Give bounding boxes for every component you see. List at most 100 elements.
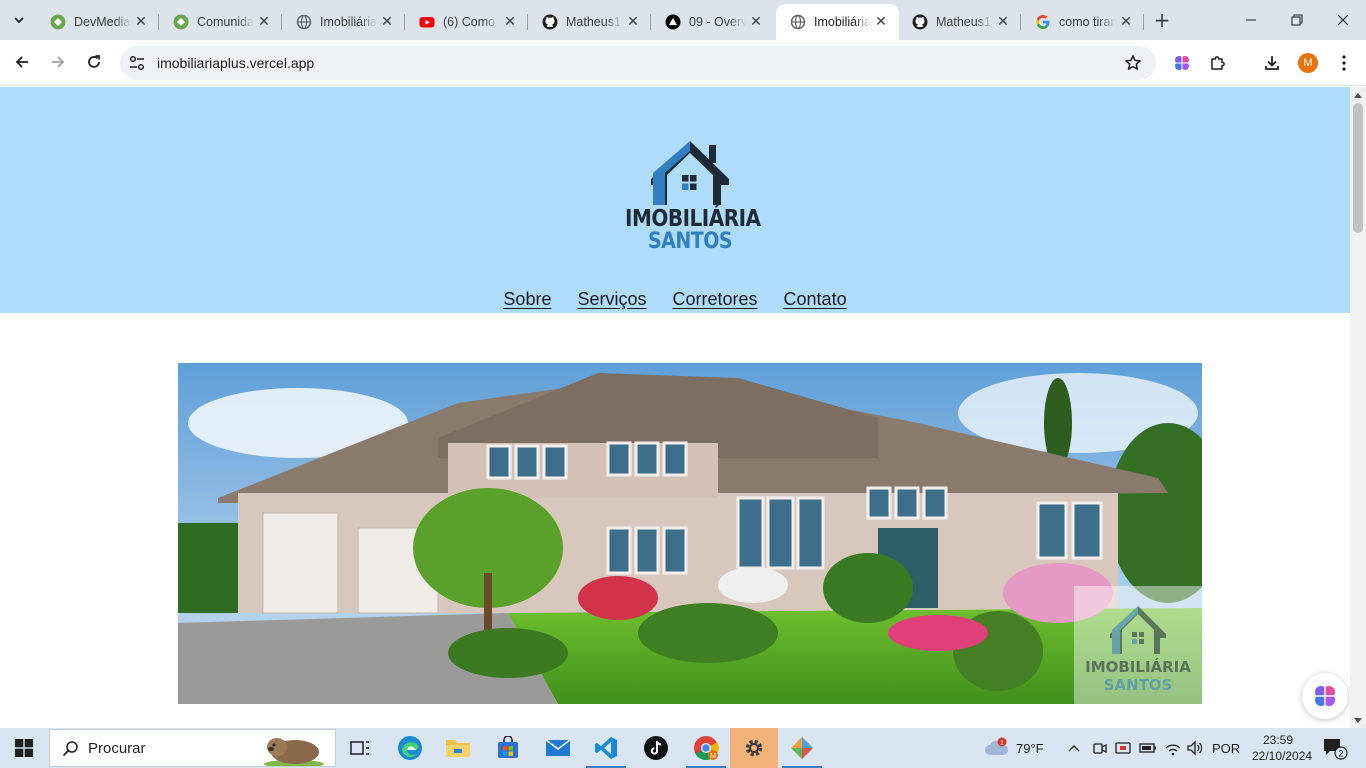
- meet-now-icon[interactable]: [1092, 728, 1108, 768]
- notification-center-button[interactable]: 2: [1322, 728, 1348, 768]
- arrow-left-icon: [15, 56, 28, 68]
- browser-menu-icon[interactable]: [1332, 51, 1356, 75]
- brain-icon: [1315, 686, 1335, 706]
- browser-tab[interactable]: Comunidade ✕: [159, 4, 282, 40]
- logo-subtitle: SANTOS: [647, 228, 733, 254]
- tab-title: Matheus1: [566, 15, 621, 29]
- forward-button[interactable]: [43, 47, 73, 77]
- clock-time: 23:59: [1262, 733, 1294, 747]
- browser-tab[interactable]: DevMedia ✕: [36, 4, 159, 40]
- show-hidden-icons-button[interactable]: [1067, 728, 1081, 768]
- close-icon[interactable]: ✕: [1116, 12, 1136, 32]
- new-tab-button[interactable]: +: [1150, 8, 1174, 32]
- browser-tab[interactable]: Imobiliária ✕: [282, 4, 405, 40]
- battery-icon[interactable]: [1139, 728, 1157, 768]
- taskbar-app-tiktok[interactable]: [632, 728, 680, 768]
- diamond-app-icon: [791, 737, 813, 759]
- windows-logo-icon: [15, 739, 33, 757]
- security-icon[interactable]: [1115, 728, 1131, 768]
- page-scrollbar[interactable]: [1350, 87, 1366, 728]
- reload-button[interactable]: [79, 47, 109, 77]
- tab-search-button[interactable]: [6, 8, 32, 32]
- scroll-down-arrow-icon[interactable]: [1354, 718, 1362, 723]
- scroll-up-arrow-icon[interactable]: [1354, 93, 1362, 98]
- taskbar-app-chrome[interactable]: M: [682, 728, 730, 768]
- browser-tab[interactable]: Matheus1 ✕: [528, 4, 651, 40]
- nav-link-corretores[interactable]: Corretores: [673, 289, 758, 310]
- page-viewport: IMOBILIÁRIA SANTOS Sobre Serviços Corret…: [0, 87, 1350, 728]
- weather-temperature: 79°F: [1016, 740, 1044, 756]
- volume-icon[interactable]: [1186, 728, 1204, 768]
- restore-button[interactable]: [1274, 0, 1320, 40]
- taskbar-clock[interactable]: 23:59 22/10/2024: [1252, 732, 1312, 764]
- close-icon[interactable]: ✕: [746, 12, 766, 32]
- taskbar-app-vscode[interactable]: [582, 728, 630, 768]
- taskbar-app-edge[interactable]: [386, 728, 434, 768]
- house-logo-icon: IMOBILIÁRIA SANTOS: [1085, 606, 1191, 694]
- browser-tab-active[interactable]: Imobiliária ✕: [776, 4, 899, 40]
- bookmark-star-icon[interactable]: [1124, 54, 1142, 72]
- downloads-icon[interactable]: [1260, 51, 1284, 75]
- chevron-down-icon: [14, 17, 24, 24]
- google-icon: [1035, 14, 1051, 30]
- browser-tab[interactable]: Matheus1 ✕: [898, 4, 1021, 40]
- gear-icon: [745, 739, 763, 757]
- nav-link-servicos[interactable]: Serviços: [577, 289, 646, 310]
- wifi-icon[interactable]: [1164, 728, 1182, 768]
- browser-tab[interactable]: 09 - Overview ✕: [651, 4, 774, 40]
- ai-extension-icon[interactable]: [1170, 51, 1194, 75]
- folder-icon: [446, 740, 470, 757]
- weather-badge: 1: [1000, 740, 1004, 747]
- close-icon[interactable]: ✕: [623, 12, 643, 32]
- taskbar-app-settings[interactable]: [730, 728, 778, 768]
- browser-tab[interactable]: (6) Como ✕: [405, 4, 528, 40]
- close-icon[interactable]: ✕: [377, 12, 397, 32]
- taskbar-search[interactable]: Procurar: [49, 729, 336, 767]
- github-icon: [542, 14, 558, 30]
- nav-link-sobre[interactable]: Sobre: [503, 289, 551, 310]
- task-view-icon: [350, 741, 369, 755]
- tab-title: Comunidade: [197, 15, 254, 29]
- tab-title: (6) Como: [443, 15, 496, 29]
- taskbar-app-mail[interactable]: [534, 728, 582, 768]
- house-logo-icon: [651, 141, 729, 205]
- scrollbar-thumb[interactable]: [1353, 103, 1363, 233]
- task-view-button[interactable]: [336, 728, 384, 768]
- back-button[interactable]: [7, 47, 37, 77]
- tab-strip: DevMedia ✕ Comunidade ✕ Imobiliária ✕ (6…: [0, 0, 1366, 40]
- close-icon[interactable]: ✕: [131, 12, 151, 32]
- ai-assistant-button[interactable]: [1302, 673, 1348, 719]
- close-icon[interactable]: ✕: [254, 12, 274, 32]
- start-button[interactable]: [0, 728, 48, 768]
- store-icon: [498, 736, 518, 758]
- address-bar[interactable]: imobiliariaplus.vercel.app: [120, 46, 1156, 80]
- taskbar-app-store[interactable]: [484, 728, 532, 768]
- taskbar-app-pinned[interactable]: [778, 728, 826, 768]
- arrow-right-icon: [52, 56, 65, 68]
- url-text[interactable]: imobiliariaplus.vercel.app: [157, 55, 314, 71]
- browser-tab[interactable]: como tirar ✕: [1021, 4, 1144, 40]
- tiktok-icon: [644, 736, 668, 760]
- site-info-icon[interactable]: [128, 54, 146, 72]
- extensions-puzzle-icon[interactable]: [1206, 51, 1230, 75]
- devmedia-icon: [173, 14, 189, 30]
- input-language[interactable]: POR: [1212, 728, 1240, 768]
- taskbar-app-file-explorer[interactable]: [434, 728, 482, 768]
- globe-icon: [296, 14, 312, 30]
- browser-toolbar: imobiliariaplus.vercel.app: [0, 40, 1366, 86]
- nav-link-contato[interactable]: Contato: [784, 289, 847, 310]
- close-icon[interactable]: ✕: [500, 12, 520, 32]
- vercel-icon: [665, 14, 681, 30]
- close-window-button[interactable]: [1320, 0, 1366, 40]
- close-icon[interactable]: ✕: [871, 12, 891, 32]
- restore-icon: [1291, 14, 1303, 26]
- minimize-button[interactable]: [1228, 0, 1274, 40]
- youtube-icon: [419, 14, 435, 30]
- watermark-logo: IMOBILIÁRIA SANTOS: [1074, 586, 1202, 704]
- close-icon[interactable]: ✕: [993, 12, 1013, 32]
- tab-title: como tirar: [1059, 15, 1115, 29]
- weather-widget[interactable]: 1 79°F: [984, 728, 1044, 768]
- devmedia-icon: [50, 14, 66, 30]
- profile-avatar[interactable]: M: [1298, 53, 1318, 73]
- site-logo[interactable]: IMOBILIÁRIA SANTOS: [625, 127, 761, 257]
